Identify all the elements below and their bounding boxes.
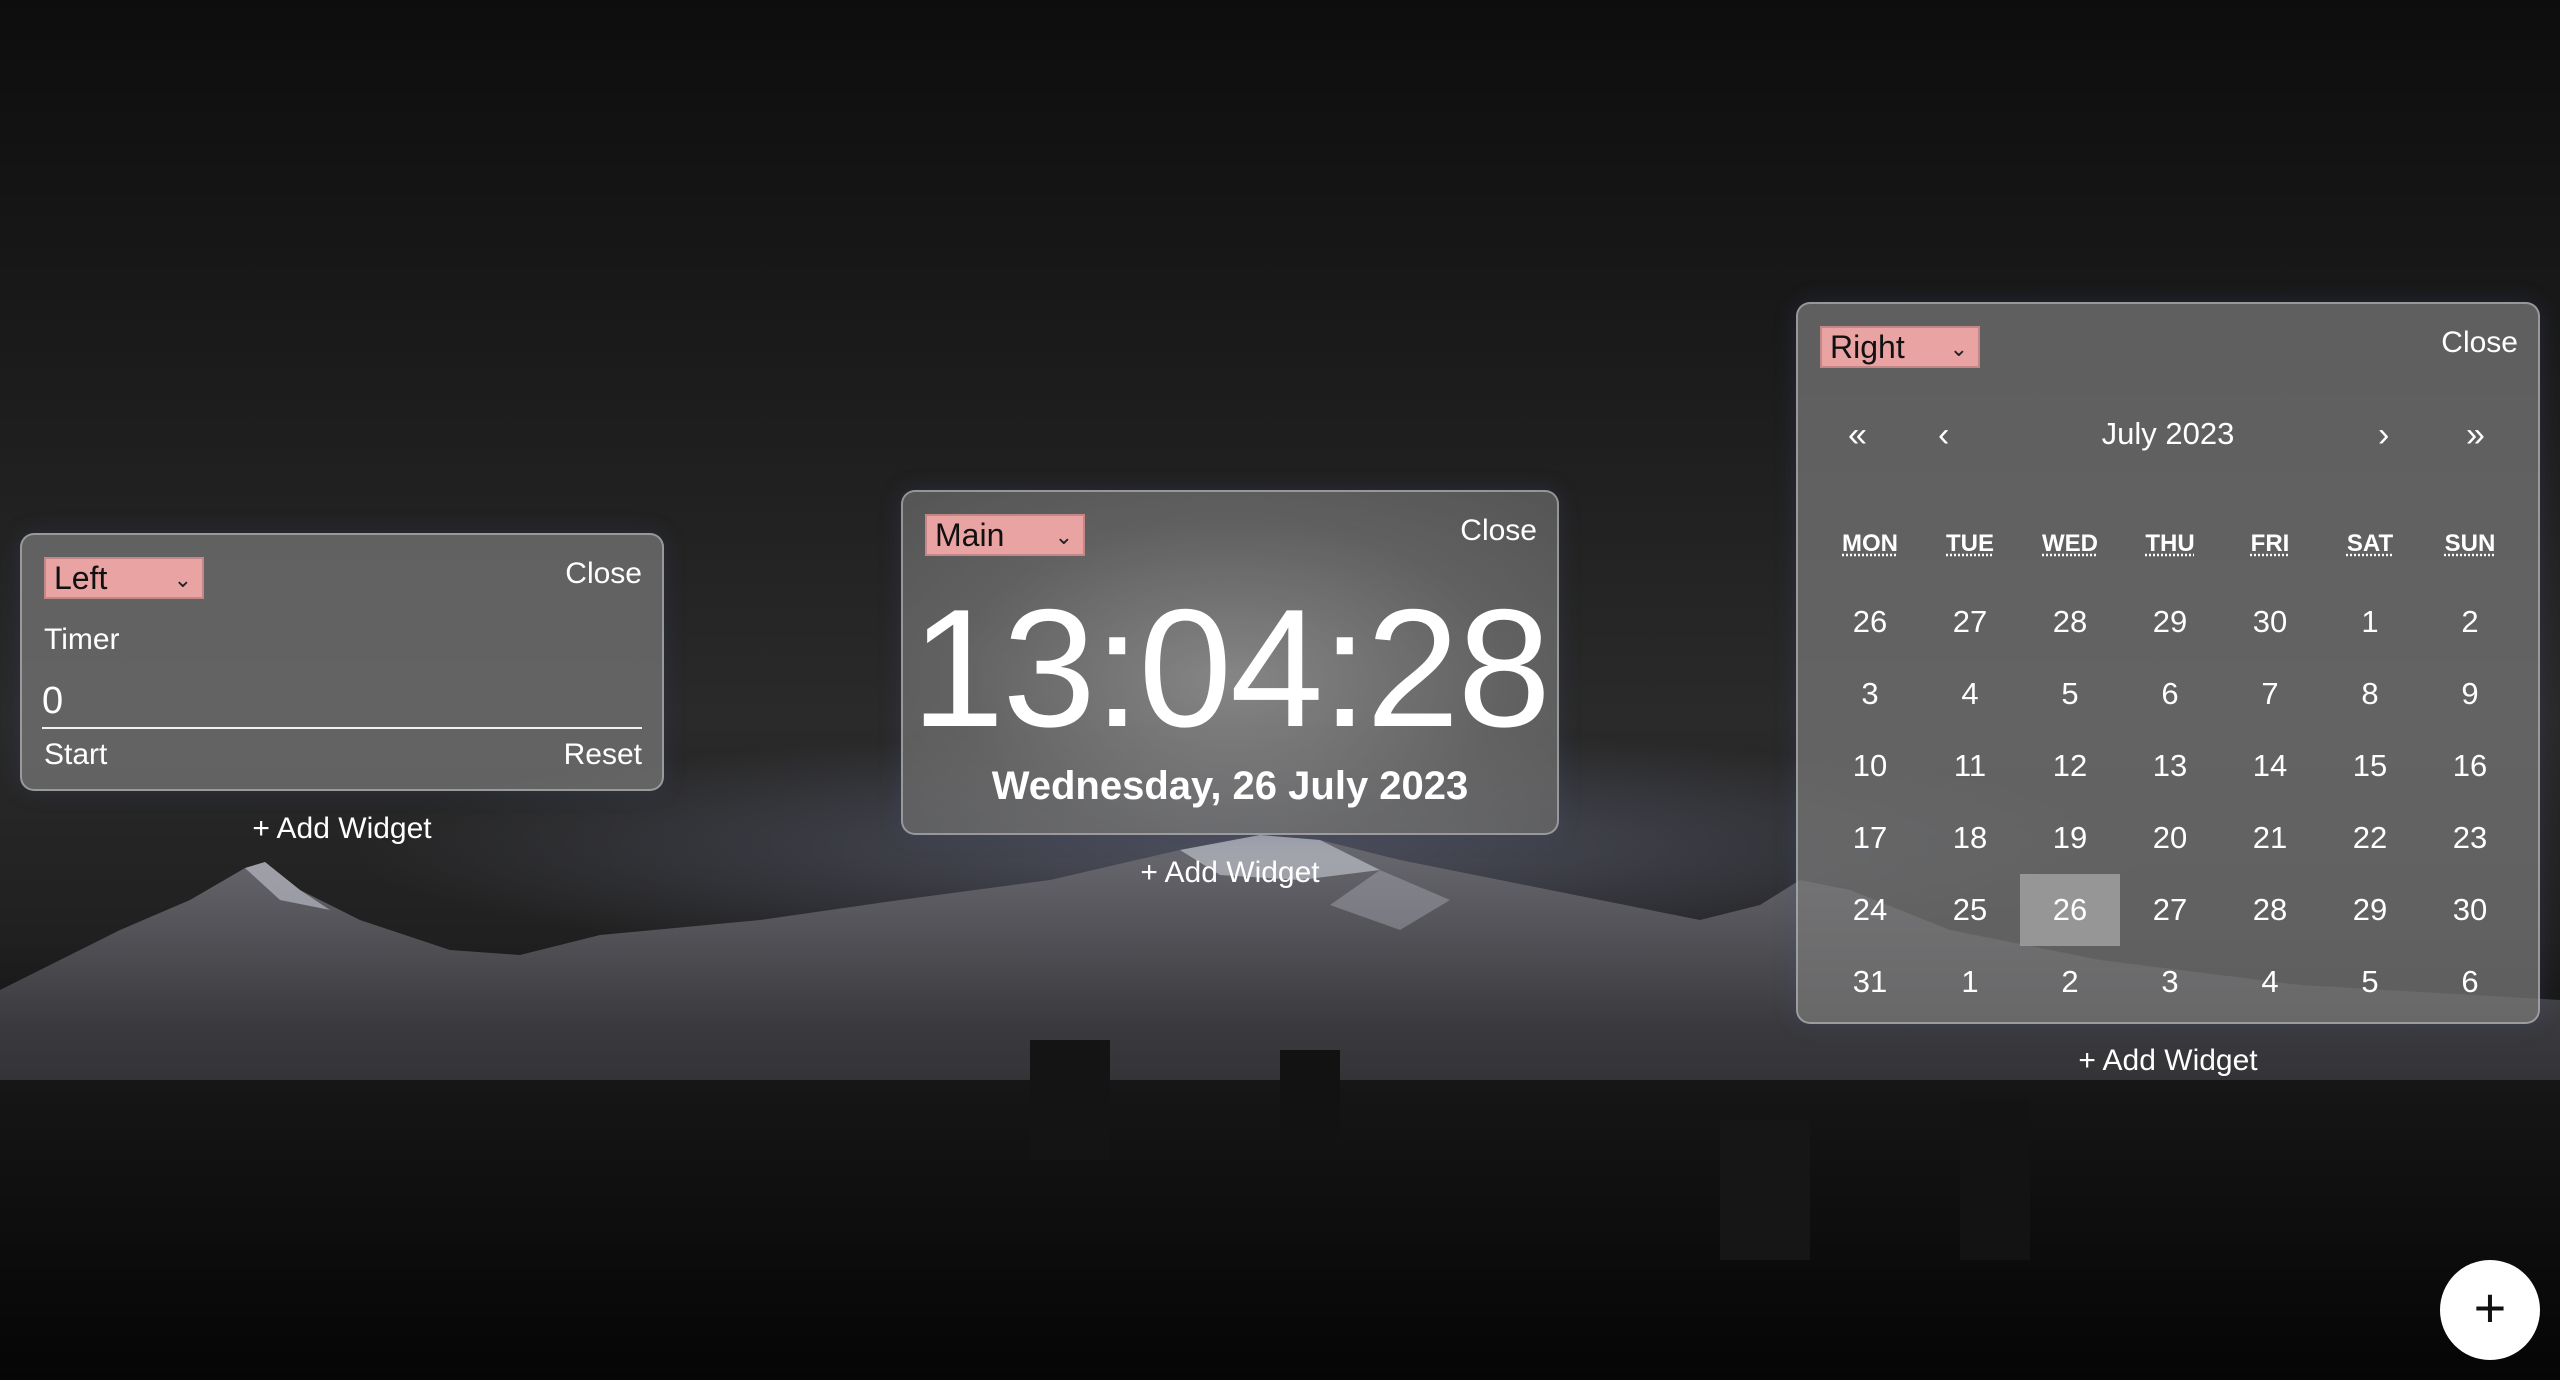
clock-date: Wednesday, 26 July 2023	[991, 764, 1469, 808]
add-fab-button[interactable]: +	[2440, 1260, 2540, 1360]
calendar-grid: MON TUE WED THU FRI SAT SUN 26 27 28 29 30 1 2 3 4 5 6 7 8 9…	[1820, 514, 2520, 1018]
chevron-down-icon: ⌄	[173, 567, 192, 592]
calendar-day[interactable]: 6	[2420, 946, 2520, 1018]
calendar-day-selected[interactable]: 26	[2020, 874, 2120, 946]
calendar-day[interactable]: 10	[1820, 730, 1920, 802]
calendar-day[interactable]: 30	[2420, 874, 2520, 946]
calendar-day[interactable]: 20	[2120, 802, 2220, 874]
calendar-day[interactable]: 3	[2120, 946, 2220, 1018]
calendar-month-title[interactable]: July 2023	[1798, 416, 2538, 452]
calendar-weekday-label: TUE	[1946, 530, 1994, 557]
calendar-day[interactable]: 13	[2120, 730, 2220, 802]
calendar-weekday-label: FRI	[2250, 530, 2290, 557]
calendar-day[interactable]: 23	[2420, 802, 2520, 874]
calendar-day[interactable]: 25	[1920, 874, 2020, 946]
calendar-day[interactable]: 1	[1920, 946, 2020, 1018]
calendar-widget: Right ⌄ Close July 2023 « ‹ › » MON TUE WE…	[1796, 302, 2540, 1024]
calendar-day[interactable]: 27	[2120, 874, 2220, 946]
right-position-select-value: Right	[1830, 329, 1905, 365]
main-add-widget-button[interactable]: + Add Widget	[901, 856, 1559, 890]
timer-start-button[interactable]: Start	[44, 738, 107, 772]
calendar-day[interactable]: 3	[1820, 658, 1920, 730]
calendar-day[interactable]: 19	[2020, 802, 2120, 874]
calendar-day[interactable]: 16	[2420, 730, 2520, 802]
calendar-weekday-header: THU	[2120, 514, 2220, 586]
calendar-prev-month-button[interactable]: ‹	[1938, 416, 1949, 455]
calendar-day[interactable]: 1	[2320, 586, 2420, 658]
calendar-day[interactable]: 30	[2220, 586, 2320, 658]
calendar-day[interactable]: 8	[2320, 658, 2420, 730]
dashboard-page: Left ⌄ Close Timer 0 Start Reset + Add W…	[0, 0, 2560, 1380]
calendar-day[interactable]: 5	[2320, 946, 2420, 1018]
right-add-widget-button[interactable]: + Add Widget	[1796, 1044, 2540, 1078]
calendar-weekday-label: SAT	[2346, 530, 2394, 557]
calendar-weekday-header: TUE	[1920, 514, 2020, 586]
timer-title: Timer	[44, 623, 120, 656]
calendar-weekday-header: FRI	[2220, 514, 2320, 586]
calendar-day[interactable]: 28	[2220, 874, 2320, 946]
main-position-select[interactable]: Main ⌄	[925, 514, 1085, 556]
main-position-select-value: Main	[935, 517, 1005, 553]
left-add-widget-button[interactable]: + Add Widget	[20, 812, 664, 846]
calendar-day[interactable]: 7	[2220, 658, 2320, 730]
calendar-day[interactable]: 11	[1920, 730, 2020, 802]
timer-input[interactable]: 0	[42, 680, 642, 729]
calendar-day[interactable]: 28	[2020, 586, 2120, 658]
calendar-day[interactable]: 24	[1820, 874, 1920, 946]
left-close-button[interactable]: Close	[565, 557, 642, 591]
calendar-day[interactable]: 2	[2020, 946, 2120, 1018]
calendar-day[interactable]: 21	[2220, 802, 2320, 874]
timer-reset-button[interactable]: Reset	[564, 738, 642, 772]
calendar-day[interactable]: 26	[1820, 586, 1920, 658]
calendar-prev-year-button[interactable]: «	[1848, 416, 1867, 455]
calendar-day[interactable]: 14	[2220, 730, 2320, 802]
left-position-select-value: Left	[54, 560, 108, 596]
right-position-select[interactable]: Right ⌄	[1820, 326, 1980, 368]
calendar-day[interactable]: 6	[2120, 658, 2220, 730]
right-close-button[interactable]: Close	[2441, 326, 2518, 360]
clock-widget: Main ⌄ Close 13:04:28 Wednesday, 26 July…	[901, 490, 1559, 835]
calendar-day[interactable]: 22	[2320, 802, 2420, 874]
chevron-down-icon: ⌄	[1949, 336, 1968, 361]
calendar-day[interactable]: 27	[1920, 586, 2020, 658]
calendar-day[interactable]: 4	[1920, 658, 2020, 730]
calendar-day[interactable]: 29	[2320, 874, 2420, 946]
clock-time: 13:04:28	[911, 574, 1551, 762]
calendar-day[interactable]: 15	[2320, 730, 2420, 802]
calendar-weekday-header: WED	[2020, 514, 2120, 586]
calendar-weekday-label: WED	[2042, 530, 2098, 557]
calendar-next-month-button[interactable]: ›	[2378, 416, 2389, 455]
main-close-button[interactable]: Close	[1460, 514, 1537, 548]
calendar-day[interactable]: 12	[2020, 730, 2120, 802]
calendar-day[interactable]: 29	[2120, 586, 2220, 658]
calendar-day[interactable]: 2	[2420, 586, 2520, 658]
calendar-weekday-header: MON	[1820, 514, 1920, 586]
calendar-weekday-header: SAT	[2320, 514, 2420, 586]
chevron-down-icon: ⌄	[1054, 524, 1073, 549]
calendar-weekday-label: SUN	[2444, 530, 2496, 557]
calendar-day[interactable]: 5	[2020, 658, 2120, 730]
left-position-select[interactable]: Left ⌄	[44, 557, 204, 599]
plus-icon: +	[2473, 1276, 2507, 1339]
calendar-day[interactable]: 31	[1820, 946, 1920, 1018]
calendar-weekday-header: SUN	[2420, 514, 2520, 586]
calendar-day[interactable]: 9	[2420, 658, 2520, 730]
calendar-next-year-button[interactable]: »	[2466, 416, 2485, 455]
timer-widget: Left ⌄ Close Timer 0 Start Reset	[20, 533, 664, 791]
calendar-day[interactable]: 18	[1920, 802, 2020, 874]
calendar-weekday-label: THU	[2145, 530, 2195, 557]
calendar-day[interactable]: 17	[1820, 802, 1920, 874]
calendar-day[interactable]: 4	[2220, 946, 2320, 1018]
calendar-weekday-label: MON	[1842, 530, 1898, 557]
